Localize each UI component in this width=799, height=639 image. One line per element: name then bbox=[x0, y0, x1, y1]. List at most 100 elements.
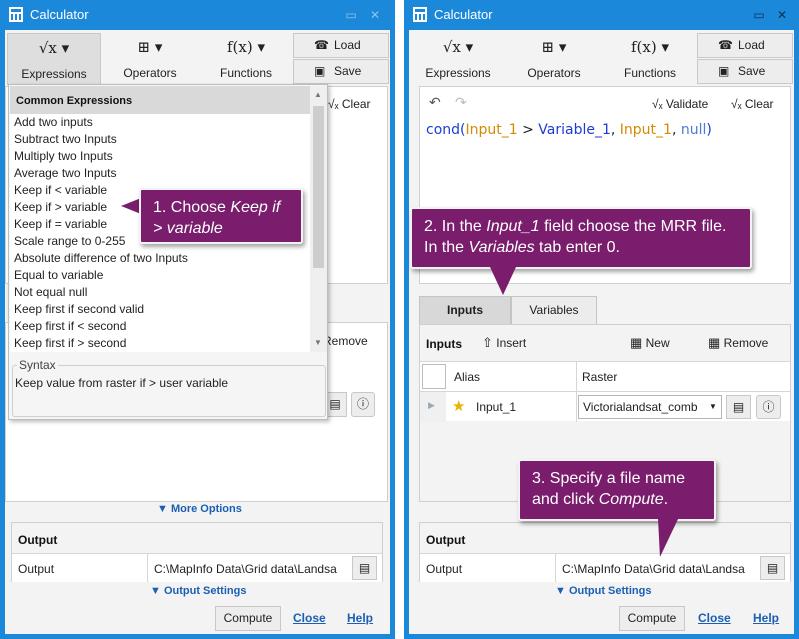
list-item[interactable]: Keep if > variable bbox=[14, 200, 107, 214]
divider bbox=[555, 554, 556, 582]
validate-icon: √ₓ bbox=[652, 97, 663, 111]
select-all-cell[interactable] bbox=[422, 364, 446, 389]
expression-text[interactable]: cond(Input_1 > Variable_1, Input_1, null… bbox=[426, 122, 712, 138]
browse-output-icon[interactable]: ▤ bbox=[760, 556, 785, 580]
redo-icon[interactable]: ↷ bbox=[455, 94, 467, 111]
expr-token: , bbox=[671, 122, 681, 138]
operators-icon: ⊞ ▾ bbox=[541, 38, 567, 56]
expressions-label: Expressions bbox=[21, 67, 87, 81]
output-settings-link[interactable]: ▼ Output Settings bbox=[555, 585, 651, 597]
dropdown-header-label: Common Expressions bbox=[16, 95, 133, 107]
save-button[interactable]: ▣ Save bbox=[697, 59, 793, 84]
operators-label: Operators bbox=[527, 66, 581, 80]
dropdown-scrollbar[interactable]: ▲ ▼ bbox=[310, 86, 327, 352]
functions-button[interactable]: f(x) ▾ Functions bbox=[199, 33, 293, 85]
expressions-dropdown[interactable]: Common Expressions Add two inputs Subtra… bbox=[8, 84, 328, 420]
tab-variables[interactable]: Variables bbox=[511, 296, 597, 324]
clear-icon: √ₓ bbox=[731, 97, 742, 111]
close-link[interactable]: Close bbox=[293, 611, 326, 625]
star-icon: ★ bbox=[452, 398, 466, 415]
info-icon[interactable]: ⓘ bbox=[756, 395, 781, 419]
expressions-button[interactable]: √x ▾ Expressions bbox=[7, 33, 101, 85]
raster-select[interactable]: Victorialandsat_comb ▼ bbox=[578, 395, 722, 419]
alias-cell[interactable]: Input_1 bbox=[476, 400, 516, 414]
minimize-button[interactable]: ▭ bbox=[342, 6, 360, 24]
compute-button[interactable]: Compute bbox=[215, 606, 281, 631]
functions-button[interactable]: f(x) ▾ Functions bbox=[603, 33, 697, 85]
output-row: Output C:\MapInfo Data\Grid data\Landsa … bbox=[420, 553, 790, 582]
output-path-field[interactable]: C:\MapInfo Data\Grid data\Landsa bbox=[562, 562, 756, 576]
save-button[interactable]: ▣ Save bbox=[293, 59, 389, 84]
output-header: Output bbox=[18, 533, 58, 547]
list-item[interactable]: Equal to variable bbox=[14, 268, 103, 282]
output-header: Output bbox=[426, 533, 466, 547]
list-item[interactable]: Multiply two Inputs bbox=[14, 149, 113, 163]
list-item[interactable]: Average two Inputs bbox=[14, 166, 117, 180]
output-path-field[interactable]: C:\MapInfo Data\Grid data\Landsa bbox=[154, 562, 348, 576]
left-titlebar: Calculator ▭ ✕ bbox=[0, 0, 395, 30]
output-group: Output Output C:\MapInfo Data\Grid data\… bbox=[11, 522, 383, 582]
triangle-down-icon: ▼ bbox=[555, 585, 566, 597]
insert-label: Insert bbox=[496, 336, 527, 350]
chevron-down-icon: ▼ bbox=[709, 402, 717, 411]
callout-step-3: 3. Specify a file name and click Compute… bbox=[518, 459, 716, 521]
more-options-link[interactable]: ▼ More Options bbox=[157, 503, 242, 515]
functions-label: Functions bbox=[219, 66, 273, 80]
output-settings-label: Output Settings bbox=[163, 585, 247, 597]
output-group: Output Output C:\MapInfo Data\Grid data\… bbox=[419, 522, 791, 582]
compute-button[interactable]: Compute bbox=[619, 606, 685, 631]
close-link[interactable]: Close bbox=[698, 611, 731, 625]
list-item[interactable]: Keep if = variable bbox=[14, 217, 107, 231]
load-label: Load bbox=[738, 38, 765, 52]
help-link[interactable]: Help bbox=[347, 611, 373, 625]
list-item[interactable]: Keep if < variable bbox=[14, 183, 107, 197]
list-item[interactable]: Not equal null bbox=[14, 285, 87, 299]
clear-button[interactable]: √ₓ Clear bbox=[731, 97, 774, 111]
expr-token: ) bbox=[706, 122, 712, 138]
browse-output-icon[interactable]: ▤ bbox=[352, 556, 377, 580]
remove-button[interactable]: ▦ Remove bbox=[708, 335, 768, 351]
list-item[interactable]: Keep first if > second bbox=[14, 336, 126, 350]
scrollbar-thumb[interactable] bbox=[313, 106, 324, 268]
undo-icon[interactable]: ↶ bbox=[429, 94, 441, 111]
list-item[interactable]: Absolute difference of two Inputs bbox=[14, 251, 188, 265]
remove-icon: ▦ bbox=[708, 335, 721, 350]
scroll-down-icon[interactable]: ▼ bbox=[314, 338, 322, 347]
validate-button[interactable]: √ₓ Validate bbox=[652, 97, 708, 111]
more-options-label: More Options bbox=[170, 503, 242, 515]
load-button[interactable]: ☎ Load bbox=[697, 33, 793, 58]
calculator-icon bbox=[413, 7, 427, 22]
new-button[interactable]: ▦ New bbox=[630, 335, 670, 351]
list-item[interactable]: Scale range to 0-255 bbox=[14, 234, 125, 248]
expr-token: null bbox=[680, 122, 707, 138]
output-row: Output C:\MapInfo Data\Grid data\Landsa … bbox=[12, 553, 382, 582]
info-icon[interactable]: ⓘ bbox=[351, 392, 375, 417]
list-item[interactable]: Keep first if second valid bbox=[14, 302, 144, 316]
expr-token: Variable_1 bbox=[538, 122, 611, 138]
close-window-button[interactable]: ✕ bbox=[366, 6, 384, 24]
validate-label: Validate bbox=[665, 97, 709, 111]
output-settings-link[interactable]: ▼ Output Settings bbox=[150, 585, 246, 597]
expr-token: , bbox=[610, 122, 620, 138]
expressions-button[interactable]: √x ▾ Expressions bbox=[411, 33, 505, 85]
close-window-button[interactable]: ✕ bbox=[773, 6, 791, 24]
operators-label: Operators bbox=[123, 66, 177, 80]
tab-inputs[interactable]: Inputs bbox=[419, 296, 511, 324]
insert-button[interactable]: ⇧ Insert bbox=[482, 335, 526, 351]
raster-select-value: Victorialandsat_comb bbox=[583, 400, 698, 414]
load-button[interactable]: ☎ Load bbox=[293, 33, 389, 58]
remove-button[interactable]: Remove bbox=[323, 334, 368, 348]
scroll-up-icon[interactable]: ▲ bbox=[314, 90, 322, 99]
clear-button[interactable]: √ₓ Clear bbox=[328, 97, 371, 111]
operators-icon: ⊞ ▾ bbox=[137, 38, 163, 56]
minimize-button[interactable]: ▭ bbox=[750, 6, 768, 24]
list-item[interactable]: Keep first if < second bbox=[14, 319, 126, 333]
operators-button[interactable]: ⊞ ▾ Operators bbox=[507, 33, 601, 85]
list-item[interactable]: Subtract two Inputs bbox=[14, 132, 117, 146]
browse-raster-icon[interactable]: ▤ bbox=[726, 395, 751, 419]
table-row-header[interactable]: ▶ bbox=[420, 392, 446, 422]
operators-button[interactable]: ⊞ ▾ Operators bbox=[103, 33, 197, 85]
list-item[interactable]: Add two inputs bbox=[14, 115, 93, 129]
help-link[interactable]: Help bbox=[753, 611, 779, 625]
save-icon: ▣ bbox=[718, 64, 730, 78]
